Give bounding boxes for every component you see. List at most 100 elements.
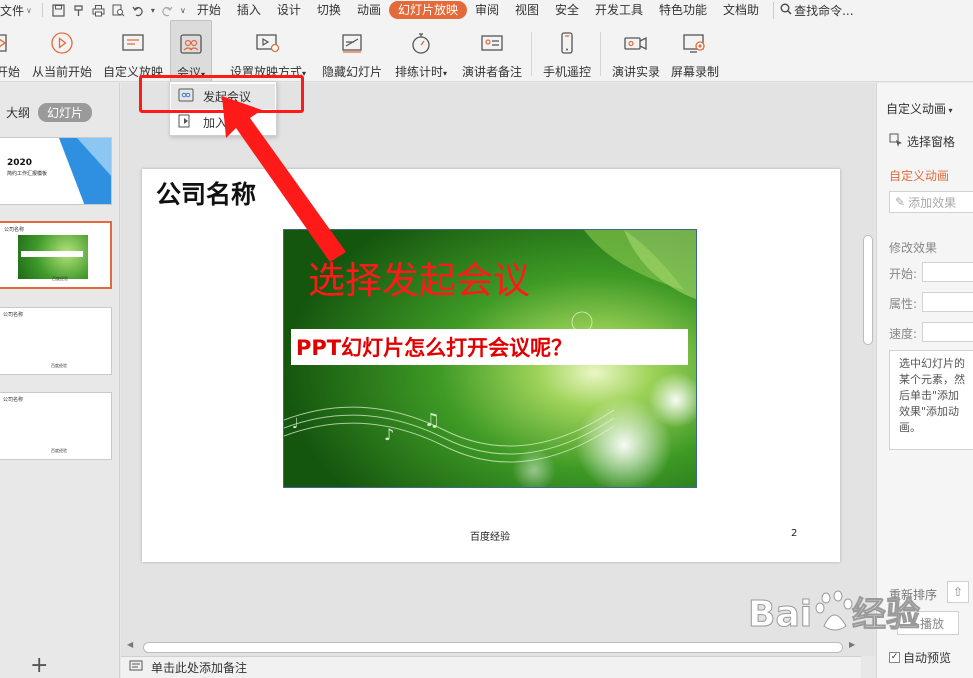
speech-record-button[interactable]: 演讲实录 bbox=[608, 20, 664, 82]
pencil-icon: ✎ bbox=[895, 195, 906, 209]
auto-preview-checkbox[interactable]: ✓ 自动预览 bbox=[889, 649, 951, 666]
slide-thumbnail-3[interactable]: 公司名称 百度经验 bbox=[0, 307, 112, 375]
slide-thumbnail-panel: 大纲 幻灯片 2020 简约工作汇报模板 公司名称 百度经验 公司名称 百度经验… bbox=[0, 83, 120, 678]
speed-label: 速度: bbox=[889, 327, 918, 341]
move-up-icon[interactable]: ⇧ bbox=[947, 581, 969, 603]
slide-caption[interactable]: PPT幻灯片怎么打开会议呢？ bbox=[296, 332, 572, 362]
svg-text:♩: ♩ bbox=[292, 416, 299, 432]
scroll-left-icon[interactable]: ◀ bbox=[127, 640, 133, 649]
phone-icon bbox=[554, 30, 580, 56]
thumbnail-year: 2020 bbox=[7, 158, 33, 168]
notes-placeholder: 单击此处添加备注 bbox=[151, 661, 248, 675]
play-label: 播放 bbox=[920, 616, 945, 631]
print-icon[interactable] bbox=[89, 1, 109, 19]
current-slide[interactable]: 公司名称 ♪ ♫ ♩ 选择发起会议 PPT幻灯片怎么打开会议呢？ 百度经验 2 bbox=[142, 169, 840, 562]
join-meeting-icon bbox=[178, 114, 194, 131]
thumbnail-title: 公司名称 bbox=[3, 397, 24, 403]
search-placeholder: 查找命令... bbox=[794, 3, 854, 18]
tab-outline[interactable]: 大纲 bbox=[6, 104, 30, 121]
thumbnail-footer: 百度经验 bbox=[51, 363, 67, 368]
tab-transitions[interactable]: 切换 bbox=[309, 1, 349, 19]
panel-tabs: 大纲 幻灯片 bbox=[6, 103, 93, 122]
presenter-notes-label: 演讲者备注 bbox=[461, 65, 522, 79]
rehearse-timings-button[interactable]: 排练计时▾ bbox=[390, 20, 452, 82]
start-slideshow-button[interactable]: 开始 bbox=[0, 20, 24, 82]
meeting-button[interactable]: 会议▾ bbox=[170, 20, 212, 82]
thumbnail-title: 公司名称 bbox=[3, 312, 24, 318]
instruction-annotation: 选择发起会议 bbox=[308, 259, 530, 302]
horizontal-scrollbar[interactable]: ◀ ▶ bbox=[121, 640, 861, 654]
reorder-label: 重新排序 bbox=[889, 588, 938, 602]
play-from-current-label: 从当前开始 bbox=[31, 65, 92, 79]
custom-slideshow-button[interactable]: 自定义放映 bbox=[102, 20, 164, 82]
undo-icon[interactable] bbox=[129, 1, 149, 19]
start-label: 开始: bbox=[889, 267, 918, 281]
screen-record-icon bbox=[682, 30, 708, 56]
screen-record-label: 屏幕录制 bbox=[670, 65, 719, 79]
presenter-notes-button[interactable]: 演讲者备注 bbox=[459, 20, 525, 82]
tab-insert[interactable]: 插入 bbox=[229, 1, 269, 19]
play-from-start-icon bbox=[0, 30, 21, 56]
selection-pane-button[interactable]: 选择窗格 bbox=[889, 133, 955, 150]
slide-editor-canvas: 公司名称 ♪ ♫ ♩ 选择发起会议 PPT幻灯片怎么打开会议呢？ 百度经验 2 bbox=[121, 83, 861, 656]
tab-security[interactable]: 安全 bbox=[547, 1, 587, 19]
slide-footer[interactable]: 百度经验 bbox=[470, 528, 510, 543]
print-preview-icon[interactable] bbox=[109, 1, 129, 19]
vertical-scroll-thumb[interactable] bbox=[863, 235, 873, 345]
vertical-scrollbar[interactable] bbox=[861, 83, 875, 656]
tab-review[interactable]: 审阅 bbox=[467, 1, 507, 19]
thumbnail-photo bbox=[18, 235, 88, 279]
menu-bar: 文件 ∨ ▾ ∨ 开始 插入 设计 切换 动画 幻灯片放映 审阅 视图 安全 开… bbox=[0, 0, 973, 20]
tab-developer[interactable]: 开发工具 bbox=[587, 1, 651, 19]
phone-remote-button[interactable]: 手机遥控 bbox=[540, 20, 594, 82]
format-painter-icon[interactable] bbox=[69, 1, 89, 19]
task-pane-title[interactable]: 自定义动画 ▾ bbox=[886, 100, 953, 117]
checkbox-checked-icon: ✓ bbox=[889, 652, 900, 663]
thumbnail-caption-bar bbox=[21, 251, 83, 257]
ribbon-separator bbox=[531, 32, 532, 76]
add-slide-icon[interactable]: + bbox=[30, 653, 48, 678]
customize-toolbar-icon[interactable]: ∨ bbox=[177, 1, 189, 19]
play-from-current-button[interactable]: 从当前开始 bbox=[30, 20, 94, 82]
ribbon-toolbar: 开始 从当前开始 自定义放映 会议▾ 设置放映方式▾ 隐藏幻灯片 排练计时▾ 演… bbox=[0, 20, 973, 82]
notes-pane[interactable]: 单击此处添加备注 bbox=[121, 656, 861, 678]
tab-slides[interactable]: 幻灯片 bbox=[38, 103, 93, 122]
hide-slide-button[interactable]: 隐藏幻灯片 bbox=[320, 20, 384, 82]
video-camera-icon bbox=[623, 30, 649, 56]
slide-thumbnail-2[interactable]: 公司名称 百度经验 bbox=[0, 221, 112, 289]
slide-title[interactable]: 公司名称 bbox=[156, 175, 256, 211]
save-icon[interactable] bbox=[49, 1, 69, 19]
svg-text:♫: ♫ bbox=[424, 410, 440, 431]
start-select[interactable] bbox=[922, 262, 973, 282]
redo-icon[interactable] bbox=[157, 1, 177, 19]
join-meeting-menu-item[interactable]: 加入会议 bbox=[171, 110, 275, 135]
tab-design[interactable]: 设计 bbox=[269, 1, 309, 19]
tab-view[interactable]: 视图 bbox=[507, 1, 547, 19]
scroll-right-icon[interactable]: ▶ bbox=[849, 640, 855, 649]
play-button[interactable]: ▸ 播放 bbox=[897, 611, 959, 635]
presenter-notes-icon bbox=[479, 30, 505, 56]
file-menu[interactable]: 文件 ∨ bbox=[0, 2, 36, 19]
undo-dropdown-icon[interactable]: ▾ bbox=[149, 1, 157, 19]
slide-thumbnail-1[interactable]: 2020 简约工作汇报模板 bbox=[0, 137, 112, 205]
tab-special[interactable]: 特色功能 bbox=[651, 1, 715, 19]
command-search[interactable]: 查找命令... bbox=[773, 1, 854, 19]
play-icon: ▸ bbox=[911, 616, 918, 630]
horizontal-scroll-thumb[interactable] bbox=[143, 642, 843, 653]
add-effect-button[interactable]: ✎ 添加效果 bbox=[889, 191, 973, 213]
screen-record-button[interactable]: 屏幕录制 bbox=[668, 20, 722, 82]
custom-animation-heading: 自定义动画 bbox=[889, 169, 950, 183]
selection-pane-label: 选择窗格 bbox=[907, 135, 956, 149]
phone-remote-label: 手机遥控 bbox=[542, 65, 591, 79]
slide-thumbnail-4[interactable]: 公司名称 百度经验 bbox=[0, 392, 112, 460]
tab-animation[interactable]: 动画 bbox=[349, 1, 389, 19]
notes-icon bbox=[129, 660, 143, 675]
property-select[interactable] bbox=[922, 292, 973, 312]
tab-slideshow[interactable]: 幻灯片放映 bbox=[388, 1, 467, 19]
setup-slideshow-button[interactable]: 设置放映方式▾ bbox=[224, 20, 312, 82]
selection-pane-icon bbox=[889, 133, 903, 150]
speed-select[interactable] bbox=[922, 322, 973, 342]
tab-doc-assistant[interactable]: 文档助 bbox=[715, 1, 767, 19]
tab-home[interactable]: 开始 bbox=[189, 1, 229, 19]
ribbon-separator bbox=[600, 32, 601, 76]
